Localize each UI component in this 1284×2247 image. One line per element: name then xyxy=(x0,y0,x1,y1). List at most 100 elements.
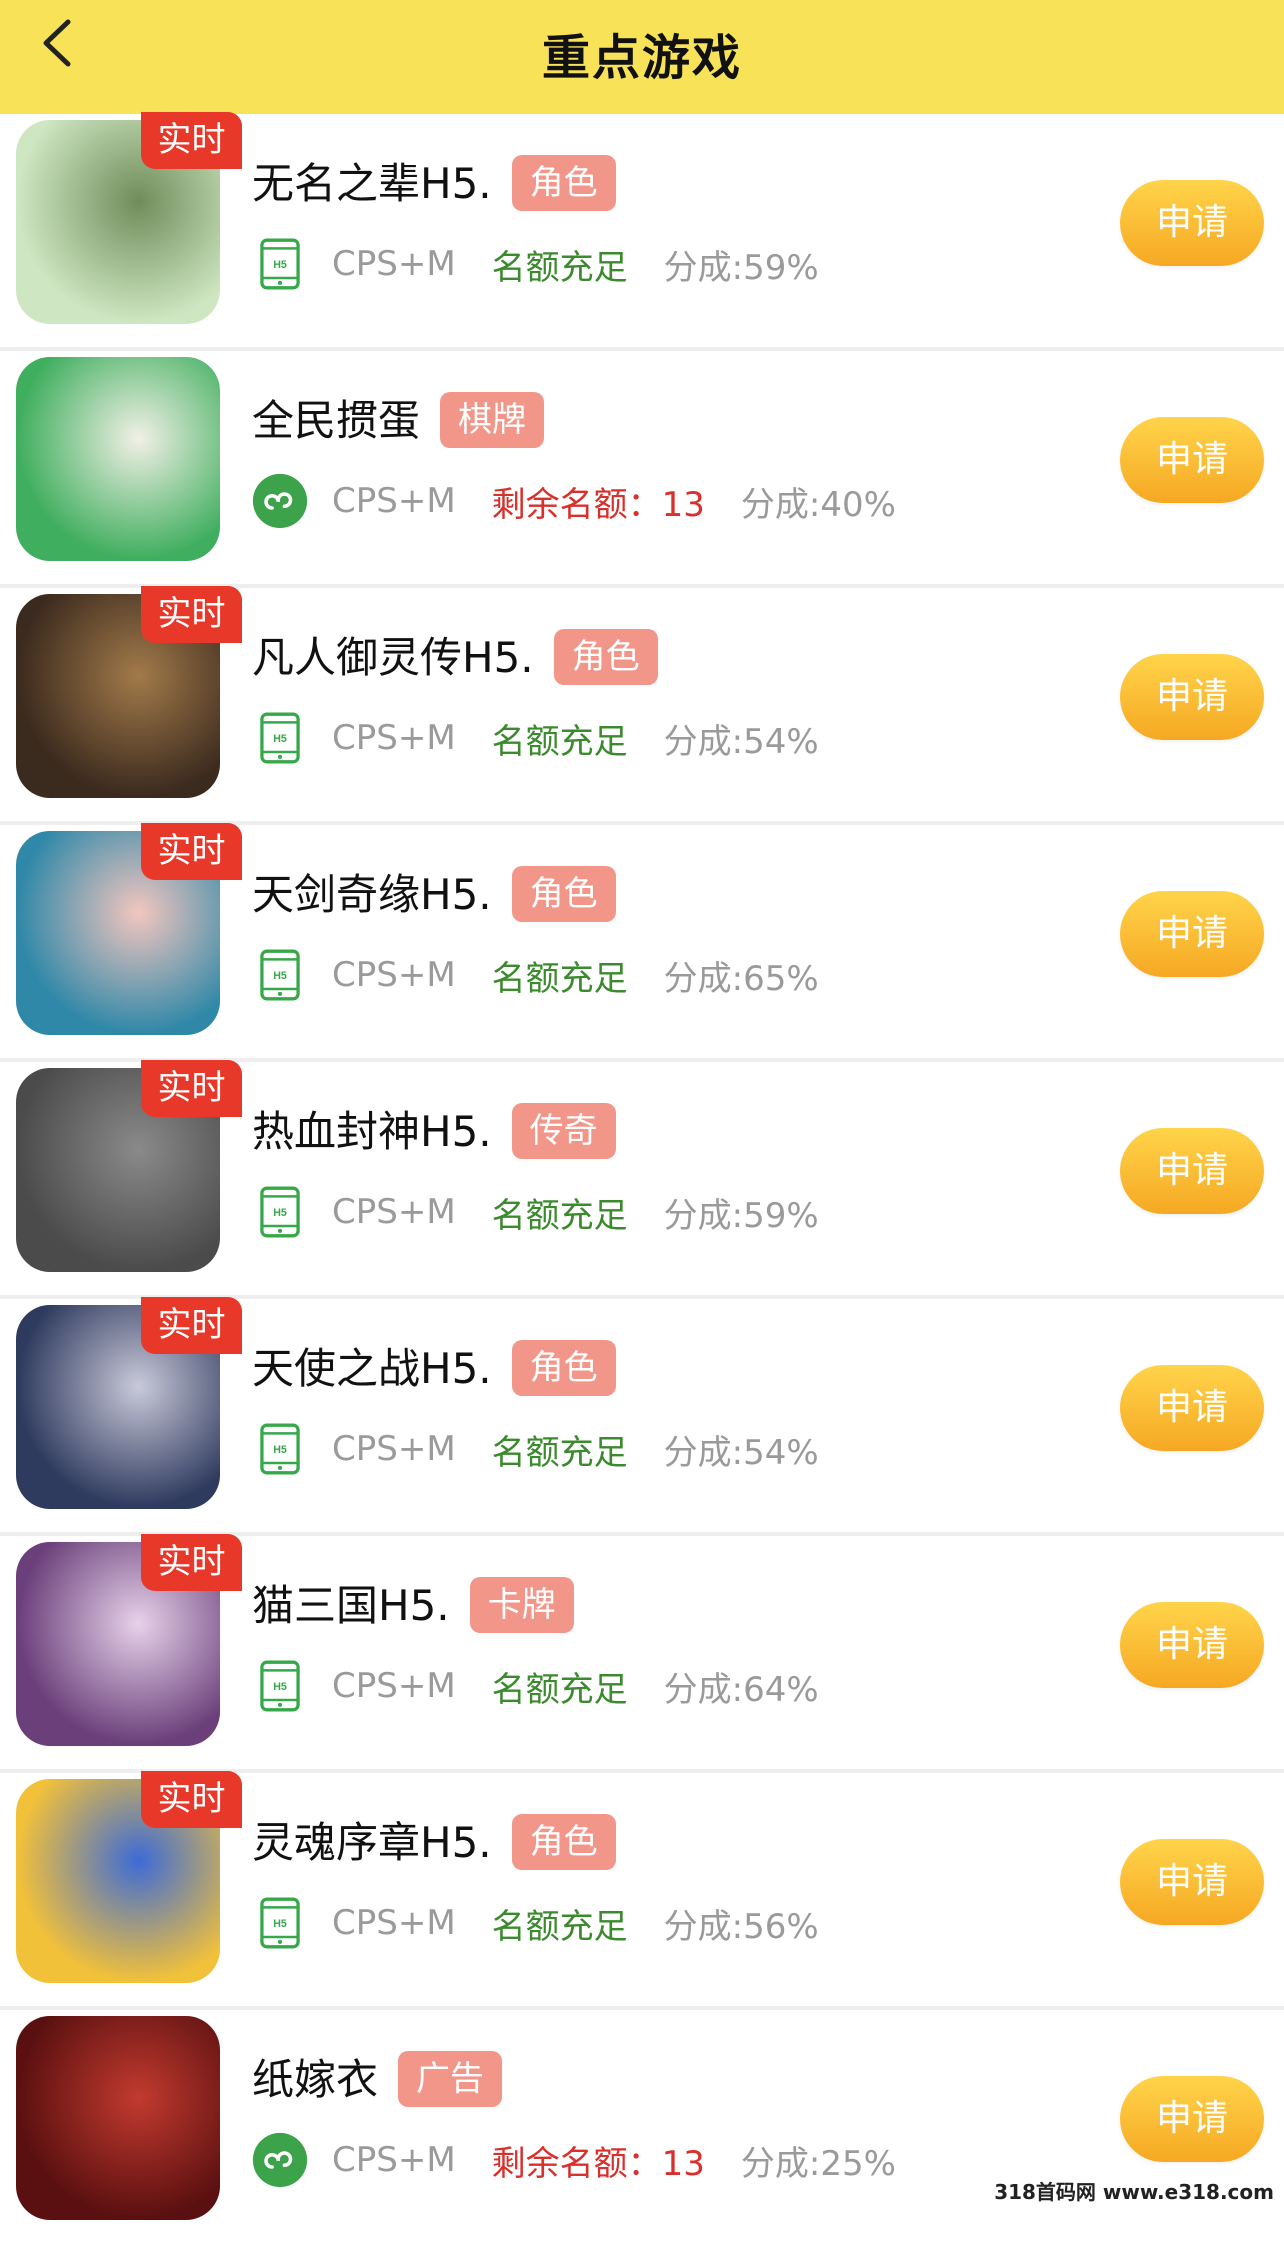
game-row[interactable]: 实时 天剑奇缘H5. 角色 H5 CPS+M 名额充足 分成:65% 申请 xyxy=(0,823,1284,1062)
apply-button[interactable]: 申请 xyxy=(1120,1839,1264,1925)
game-meta: H5 CPS+M 名额充足 分成:59% xyxy=(252,1182,819,1242)
svg-text:H5: H5 xyxy=(273,1207,287,1219)
genre-tag: 卡牌 xyxy=(469,1577,574,1633)
realtime-badge: 实时 xyxy=(141,1060,242,1117)
game-name[interactable]: 热血封神H5. 传奇 xyxy=(252,1098,616,1159)
game-name[interactable]: 天剑奇缘H5. 角色 xyxy=(252,861,616,922)
game-row[interactable]: 实时 无名之辈H5. 角色 H5 CPS+M 名额充足 分成:59% 申请 xyxy=(0,112,1284,351)
game-name[interactable]: 全民掼蛋 棋牌 xyxy=(252,387,545,448)
apply-button[interactable]: 申请 xyxy=(1120,180,1264,266)
h5-phone-icon: H5 xyxy=(252,944,308,1006)
svg-text:H5: H5 xyxy=(273,970,287,982)
game-name[interactable]: 纸嫁衣 广告 xyxy=(252,2046,503,2107)
game-title: 无名之辈H5. xyxy=(252,159,492,208)
realtime-badge: 实时 xyxy=(141,112,242,169)
game-name[interactable]: 无名之辈H5. 角色 xyxy=(252,150,616,211)
game-meta: H5 CPS+M 名额充足 分成:56% xyxy=(252,1893,819,1953)
game-meta: CPS+M 剩余名额：13 分成:25% xyxy=(252,2130,896,2190)
h5-phone-icon: H5 xyxy=(252,1181,308,1243)
game-icon[interactable] xyxy=(16,2016,220,2220)
genre-tag: 广告 xyxy=(398,2051,503,2107)
genre-tag: 角色 xyxy=(511,866,616,922)
game-name[interactable]: 天使之战H5. 角色 xyxy=(252,1335,616,1396)
game-meta: H5 CPS+M 名额充足 分成:65% xyxy=(252,945,819,1005)
apply-button[interactable]: 申请 xyxy=(1120,2076,1264,2162)
game-title: 全民掼蛋 xyxy=(252,396,421,445)
top-bar: 重点游戏 xyxy=(0,0,1284,114)
revenue-share: 分成:54% xyxy=(663,721,819,762)
genre-tag: 角色 xyxy=(553,629,658,685)
cooperation-mode: CPS+M xyxy=(332,244,456,284)
revenue-share: 分成:56% xyxy=(663,1906,819,1947)
realtime-badge: 实时 xyxy=(141,1534,242,1591)
mini-program-icon xyxy=(252,2129,308,2191)
game-title: 纸嫁衣 xyxy=(252,2055,379,2104)
game-row[interactable]: 全民掼蛋 棋牌 CPS+M 剩余名额：13 分成:40% 申请 xyxy=(0,351,1284,588)
game-name[interactable]: 凡人御灵传H5. 角色 xyxy=(252,624,658,685)
revenue-share: 分成:59% xyxy=(663,247,819,288)
quota-status: 剩余名额：13 xyxy=(491,2143,705,2184)
game-icon[interactable] xyxy=(16,357,220,561)
game-meta: H5 CPS+M 名额充足 分成:54% xyxy=(252,1419,819,1479)
revenue-share: 分成:64% xyxy=(663,1669,819,1710)
revenue-share: 分成:40% xyxy=(740,484,896,525)
apply-button[interactable]: 申请 xyxy=(1120,891,1264,977)
quota-status: 名额充足 xyxy=(491,1195,628,1236)
game-meta: H5 CPS+M 名额充足 分成:54% xyxy=(252,708,819,768)
game-title: 灵魂序章H5. xyxy=(252,1818,492,1867)
game-row[interactable]: 纸嫁衣 广告 CPS+M 剩余名额：13 分成:25% 申请 xyxy=(0,2010,1284,2247)
genre-tag: 角色 xyxy=(511,155,616,211)
game-title: 热血封神H5. xyxy=(252,1107,492,1156)
svg-text:H5: H5 xyxy=(273,733,287,745)
realtime-badge: 实时 xyxy=(141,1771,242,1828)
cooperation-mode: CPS+M xyxy=(332,1903,456,1943)
game-name[interactable]: 猫三国H5. 卡牌 xyxy=(252,1572,574,1633)
revenue-share: 分成:59% xyxy=(663,1195,819,1236)
game-row[interactable]: 实时 灵魂序章H5. 角色 H5 CPS+M 名额充足 分成:56% 申请 xyxy=(0,1771,1284,2010)
quota-status: 剩余名额：13 xyxy=(491,484,705,525)
mini-program-icon xyxy=(252,470,308,532)
apply-button[interactable]: 申请 xyxy=(1120,1365,1264,1451)
h5-phone-icon: H5 xyxy=(252,1655,308,1717)
genre-tag: 角色 xyxy=(511,1340,616,1396)
apply-button[interactable]: 申请 xyxy=(1120,417,1264,503)
apply-button[interactable]: 申请 xyxy=(1120,1602,1264,1688)
quota-status: 名额充足 xyxy=(491,247,628,288)
quota-status: 名额充足 xyxy=(491,1432,628,1473)
cooperation-mode: CPS+M xyxy=(332,718,456,758)
svg-text:H5: H5 xyxy=(273,1444,287,1456)
quota-status: 名额充足 xyxy=(491,721,628,762)
h5-phone-icon: H5 xyxy=(252,1418,308,1480)
game-list: 实时 无名之辈H5. 角色 H5 CPS+M 名额充足 分成:59% 申请 全民掼蛋 棋牌 CPS+… xyxy=(0,112,1284,2247)
svg-text:H5: H5 xyxy=(273,1681,287,1693)
game-meta: H5 CPS+M 名额充足 分成:59% xyxy=(252,234,819,294)
genre-tag: 角色 xyxy=(511,1814,616,1870)
realtime-badge: 实时 xyxy=(141,823,242,880)
cooperation-mode: CPS+M xyxy=(332,1192,456,1232)
game-name[interactable]: 灵魂序章H5. 角色 xyxy=(252,1809,616,1870)
revenue-share: 分成:65% xyxy=(663,958,819,999)
cooperation-mode: CPS+M xyxy=(332,1429,456,1469)
cooperation-mode: CPS+M xyxy=(332,2140,456,2180)
game-row[interactable]: 实时 热血封神H5. 传奇 H5 CPS+M 名额充足 分成:59% 申请 xyxy=(0,1060,1284,1299)
game-row[interactable]: 实时 天使之战H5. 角色 H5 CPS+M 名额充足 分成:54% 申请 xyxy=(0,1297,1284,1536)
quota-status: 名额充足 xyxy=(491,958,628,999)
game-title: 天剑奇缘H5. xyxy=(252,870,492,919)
watermark: 318首码网 www.e318.com xyxy=(994,2180,1274,2204)
game-row[interactable]: 实时 猫三国H5. 卡牌 H5 CPS+M 名额充足 分成:64% 申请 xyxy=(0,1534,1284,1773)
h5-phone-icon: H5 xyxy=(252,233,308,295)
realtime-badge: 实时 xyxy=(141,586,242,643)
apply-button[interactable]: 申请 xyxy=(1120,1128,1264,1214)
cooperation-mode: CPS+M xyxy=(332,955,456,995)
h5-phone-icon: H5 xyxy=(252,1892,308,1954)
game-title: 天使之战H5. xyxy=(252,1344,492,1393)
svg-text:H5: H5 xyxy=(273,1918,287,1930)
realtime-badge: 实时 xyxy=(141,1297,242,1354)
game-row[interactable]: 实时 凡人御灵传H5. 角色 H5 CPS+M 名额充足 分成:54% 申请 xyxy=(0,586,1284,825)
genre-tag: 棋牌 xyxy=(440,392,545,448)
cooperation-mode: CPS+M xyxy=(332,481,456,521)
game-title: 凡人御灵传H5. xyxy=(252,633,534,682)
cooperation-mode: CPS+M xyxy=(332,1666,456,1706)
page-title: 重点游戏 xyxy=(541,30,742,86)
apply-button[interactable]: 申请 xyxy=(1120,654,1264,740)
